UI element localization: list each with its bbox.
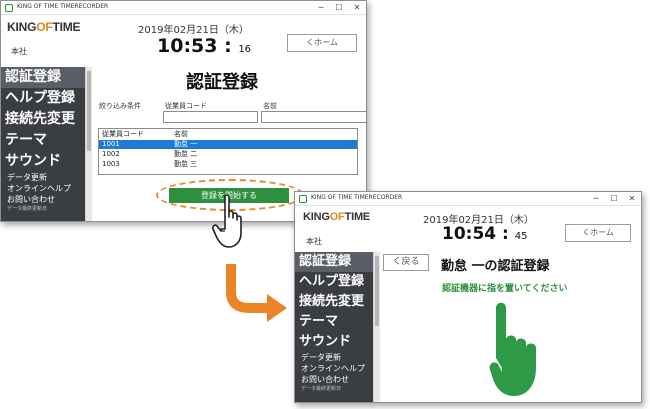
- list-item[interactable]: 1002 勤怠 二: [99, 150, 357, 159]
- scrollbar-thumb[interactable]: [375, 256, 379, 326]
- list-item[interactable]: 1003 勤怠 三: [99, 160, 357, 169]
- sidebar-footer: データ最終更新日: [301, 386, 342, 392]
- sidebar-item-help-registration[interactable]: ヘルプ登録: [1, 88, 85, 109]
- list-item[interactable]: 1001 勤怠 一: [99, 140, 357, 149]
- sidebar-item-online-help[interactable]: オンラインヘルプ: [295, 363, 373, 374]
- current-time: 10:53 : 16: [157, 35, 252, 57]
- page-title: 勤怠 一の認証登録: [441, 259, 550, 274]
- employee-code-label: 従業員コード: [165, 102, 207, 110]
- column-header-name: 名前: [174, 130, 188, 138]
- king-of-time-logo: KINGOFTIME: [7, 20, 81, 34]
- tutorial-composite: KING OF TIME TIMERECORDER ─ ☐ ✕ KINGOFTI…: [0, 0, 650, 409]
- minimize-button[interactable]: ─: [312, 1, 330, 15]
- sidebar-item-sound[interactable]: サウンド: [1, 151, 85, 172]
- scrollbar-thumb[interactable]: [87, 71, 91, 151]
- minimize-button[interactable]: ─: [587, 192, 605, 206]
- app-icon: [299, 195, 307, 203]
- list-header: 従業員コード 名前: [99, 130, 357, 139]
- sidebar-item-data-update[interactable]: データ更新: [295, 352, 373, 363]
- app-header: KINGOFTIME 本社 2019年02月21日（木） 10:53 : 16 …: [1, 15, 366, 67]
- app-header: KINGOFTIME 本社 2019年02月21日（木） 10:54 : 45 …: [295, 206, 641, 252]
- window-title: KING OF TIME TIMERECORDER: [311, 194, 403, 201]
- name-input[interactable]: [261, 111, 366, 123]
- sidebar-item-auth-registration[interactable]: 認証登録: [1, 67, 85, 88]
- maximize-button[interactable]: ☐: [330, 1, 348, 15]
- close-button[interactable]: ✕: [623, 192, 641, 206]
- sidebar-item-theme[interactable]: テーマ: [1, 130, 85, 151]
- sidebar-item-contact[interactable]: お問い合わせ: [295, 374, 373, 385]
- home-button[interactable]: くホーム: [287, 34, 357, 52]
- name-label: 名前: [263, 102, 277, 110]
- hand-pointer-icon: [212, 194, 242, 248]
- fingerprint-registration-window: KING OF TIME TIMERECORDER ─ ☐ ✕ KINGOFTI…: [294, 191, 642, 403]
- hand-finger-icon: [489, 302, 536, 396]
- sidebar-item-online-help[interactable]: オンラインヘルプ: [1, 183, 85, 194]
- king-of-time-logo: KINGOFTIME: [303, 211, 371, 223]
- office-name: 本社: [306, 237, 322, 246]
- current-date: 2019年02月21日（木）: [138, 25, 249, 36]
- registration-list-window: KING OF TIME TIMERECORDER ─ ☐ ✕ KINGOFTI…: [0, 0, 367, 222]
- filter-label: 絞り込み条件: [99, 102, 141, 110]
- employee-code-input[interactable]: [163, 111, 258, 123]
- column-header-code: 従業員コード: [102, 130, 144, 138]
- sidebar-scrollbar[interactable]: [85, 67, 92, 221]
- instruction-text: 認証機器に指を置いてください: [442, 284, 568, 294]
- sidebar-item-connection[interactable]: 接続先変更: [295, 292, 373, 312]
- window-title: KING OF TIME TIMERECORDER: [17, 3, 109, 10]
- employee-list: 従業員コード 名前 1001 勤怠 一 1002 勤怠 二 1003 勤怠 三: [98, 128, 358, 175]
- sidebar: 認証登録 ヘルプ登録 接続先変更 テーマ サウンド データ更新 オンラインヘルプ…: [295, 252, 373, 402]
- page-title: 認証登録: [186, 72, 258, 93]
- sidebar-item-theme[interactable]: テーマ: [295, 312, 373, 332]
- curved-arrow-icon: [226, 264, 287, 322]
- current-time: 10:54 : 45: [442, 224, 528, 244]
- sidebar-footer: データ最終更新日: [7, 206, 48, 212]
- sidebar-item-auth-registration[interactable]: 認証登録: [295, 252, 373, 272]
- title-bar: KING OF TIME TIMERECORDER ─ ☐ ✕: [1, 1, 366, 15]
- sidebar-item-help-registration[interactable]: ヘルプ登録: [295, 272, 373, 292]
- sidebar-item-connection[interactable]: 接続先変更: [1, 109, 85, 130]
- home-button[interactable]: くホーム: [565, 224, 631, 242]
- sidebar-item-contact[interactable]: お問い合わせ: [1, 194, 85, 205]
- back-button[interactable]: く戻る: [383, 254, 429, 271]
- maximize-button[interactable]: ☐: [605, 192, 623, 206]
- sidebar-scrollbar[interactable]: [373, 252, 380, 402]
- app-icon: [5, 4, 13, 12]
- sidebar: 認証登録 ヘルプ登録 接続先変更 テーマ サウンド データ更新 オンラインヘルプ…: [1, 67, 85, 221]
- sidebar-item-data-update[interactable]: データ更新: [1, 172, 85, 183]
- office-name: 本社: [11, 47, 27, 56]
- sidebar-item-sound[interactable]: サウンド: [295, 332, 373, 352]
- title-bar: KING OF TIME TIMERECORDER ─ ☐ ✕: [295, 192, 641, 206]
- close-button[interactable]: ✕: [348, 1, 366, 15]
